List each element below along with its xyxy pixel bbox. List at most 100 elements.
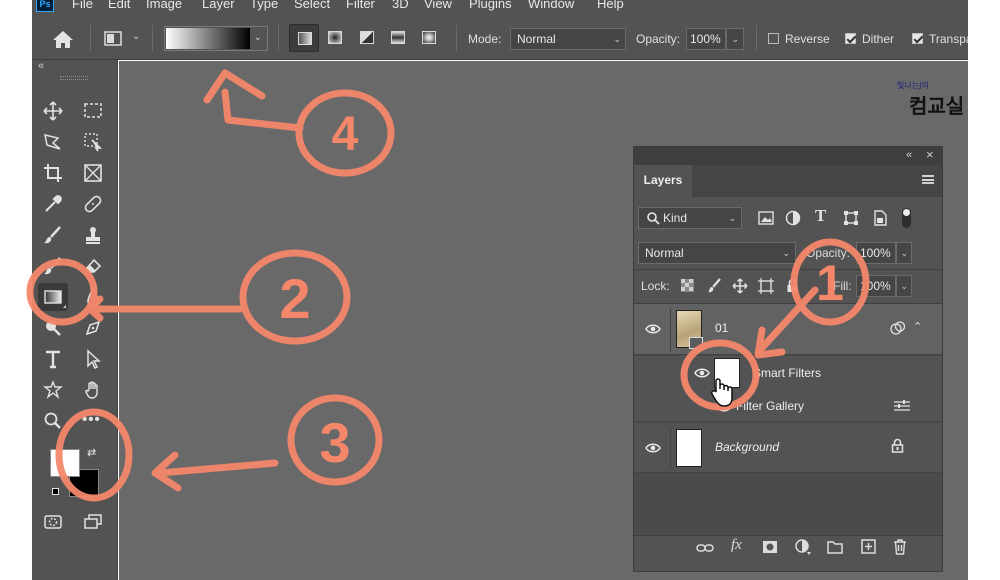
menu-help[interactable]: Help [597,0,624,11]
filter-mask-thumbnail[interactable] [714,358,740,388]
type-filter-icon[interactable]: T [815,206,826,226]
mode-select[interactable]: Normal ⌄ [510,28,626,50]
fill-input[interactable]: 100% [856,275,896,297]
healing-brush-tool[interactable] [78,190,108,218]
default-colors-icon[interactable] [52,488,59,495]
visibility-eye-icon[interactable] [694,368,710,378]
visibility-eye-icon[interactable] [716,402,732,412]
filter-toggle[interactable] [902,208,911,228]
fill-dropdown[interactable]: ⌄ [896,275,912,297]
brush-tool[interactable] [38,221,68,249]
menu-view[interactable]: View [424,0,452,11]
clone-stamp-tool[interactable] [78,221,108,249]
menu-type[interactable]: Type [250,0,278,11]
path-selection-tool[interactable] [78,345,108,373]
marquee-tool[interactable] [78,97,108,125]
new-group-icon[interactable] [827,540,843,554]
link-layers-icon[interactable] [696,542,714,554]
object-selection-tool[interactable] [78,128,108,156]
layer-opacity-dropdown[interactable]: ⌄ [896,242,912,264]
zoom-tool[interactable] [38,407,68,435]
move-tool[interactable] [38,97,68,125]
smart-filters-row[interactable]: Smart Filters [634,356,942,390]
crop-tool[interactable] [38,159,68,187]
history-brush-tool[interactable] [38,252,68,280]
menu-edit[interactable]: Edit [108,0,130,11]
frame-tool[interactable] [78,159,108,187]
linear-gradient-button[interactable] [289,24,319,52]
shape-tool[interactable] [38,376,68,404]
gradient-tool[interactable] [38,283,68,311]
lock-artboard-icon[interactable] [758,278,774,294]
close-icon[interactable]: × [926,147,934,162]
opacity-input[interactable]: 100% [686,28,726,50]
lasso-tool[interactable] [38,128,68,156]
menu-window[interactable]: Window [528,0,574,11]
filter-gallery-row[interactable]: Filter Gallery [634,390,942,422]
panel-menu-icon[interactable] [922,175,934,184]
add-mask-icon[interactable] [762,540,778,554]
type-tool[interactable] [38,345,68,373]
dither-checkbox[interactable] [845,33,856,44]
home-icon[interactable] [52,29,74,49]
radial-gradient-button[interactable] [320,24,350,52]
menu-plugins[interactable]: Plugins [469,0,512,11]
lock-icon[interactable] [891,438,904,453]
adjustment-filter-icon[interactable] [785,210,801,226]
menu-file[interactable]: File [72,0,93,11]
layer-row-01[interactable]: 01 ⌃ [634,304,942,355]
tab-layers[interactable]: Layers [634,165,692,197]
pen-tool[interactable] [78,314,108,342]
collapse-panel-icon[interactable]: « [38,60,44,72]
gradient-picker[interactable]: ⌄ [164,26,268,51]
foreground-color-swatch[interactable] [50,449,80,477]
angle-gradient-icon [360,31,374,44]
menu-3d[interactable]: 3D [392,0,409,11]
more-tools-icon[interactable]: ••• [82,411,101,428]
visibility-eye-icon[interactable] [645,324,661,334]
add-layer-style-icon[interactable]: fx [731,537,742,554]
transparency-checkbox[interactable] [912,33,923,44]
layer-name[interactable]: Background [715,440,779,454]
blend-mode-select[interactable]: Normal ⌄ [638,242,796,264]
image-filter-icon[interactable] [758,211,774,225]
visibility-eye-icon[interactable] [645,443,661,453]
layer-name[interactable]: 01 [715,321,728,335]
dodge-tool[interactable] [38,314,68,342]
screen-mode-button[interactable] [78,508,108,536]
delete-layer-icon[interactable] [893,539,907,555]
lock-image-pixels-icon[interactable] [707,278,722,293]
swap-colors-icon[interactable]: ⇄ [87,446,96,459]
hand-tool[interactable] [78,376,108,404]
new-layer-icon[interactable] [861,539,876,554]
shape-filter-icon[interactable] [843,210,859,226]
menu-layer[interactable]: Layer [202,0,235,11]
collapse-effects-icon[interactable]: ⌃ [913,320,922,333]
adjustment-layer-icon[interactable] [795,539,811,555]
angle-gradient-button[interactable] [352,24,382,52]
lock-all-icon[interactable] [786,278,799,293]
menu-select[interactable]: Select [294,0,330,11]
chevron-down-icon[interactable]: ⌄ [132,31,140,42]
menu-image[interactable]: Image [146,0,182,11]
tool-preset-icon[interactable] [104,31,124,47]
reverse-checkbox[interactable] [768,33,779,44]
panel-grip[interactable] [60,76,88,80]
eraser-tool[interactable] [78,252,108,280]
opacity-dropdown[interactable]: ⌄ [726,28,744,50]
reflected-gradient-button[interactable] [383,24,413,52]
lock-transparent-pixels-icon[interactable] [681,279,694,292]
eyedropper-tool[interactable] [38,190,68,218]
layer-row-background[interactable]: Background [634,423,942,473]
kind-filter-select[interactable]: Kind ⌄ [638,207,742,229]
smart-object-filter-icon[interactable] [872,210,888,226]
layer-opacity-input[interactable]: 100% [856,242,896,264]
diamond-gradient-button[interactable] [414,24,444,52]
transparency-label: Transpa [929,32,973,46]
collapse-panel-icon[interactable]: « [906,149,912,161]
blur-tool[interactable] [78,283,108,311]
blending-options-icon[interactable] [894,400,910,412]
menu-filter[interactable]: Filter [346,0,375,11]
lock-position-icon[interactable] [732,278,748,294]
quick-mask-button[interactable] [38,508,68,536]
